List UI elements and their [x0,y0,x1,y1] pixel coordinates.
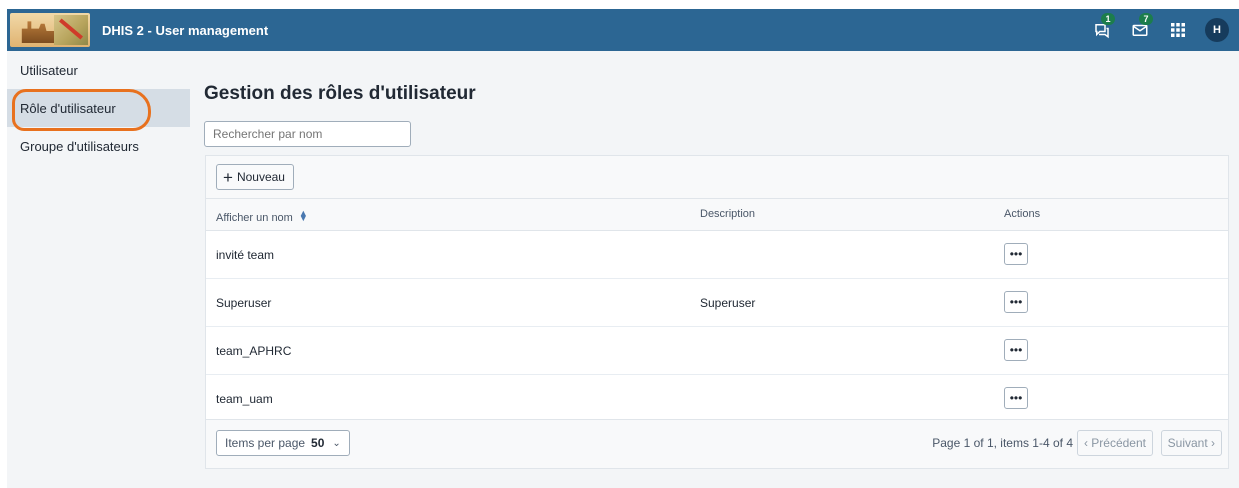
sidebar-item-utilisateur[interactable]: Utilisateur [7,51,190,89]
column-header-actions: Actions [1004,208,1041,220]
table-row[interactable]: invité team ••• [206,231,1228,279]
new-button[interactable]: + Nouveau [216,164,294,190]
sort-icon[interactable]: ▲ ▼ [299,208,308,223]
row-actions-button[interactable]: ••• [1004,291,1028,313]
column-header-name[interactable]: Afficher un nom ▲ ▼ [216,208,308,224]
table-row[interactable]: team_APHRC ••• [206,327,1228,375]
header-bar: DHIS 2 - User management 1 7 H [7,9,1239,51]
table-toolbar: + Nouveau [206,156,1228,199]
table-row[interactable]: team_uam ••• [206,375,1228,423]
page-title: Gestion des rôles d'utilisateur [204,83,476,104]
previous-page-button[interactable]: ‹ Précédent [1076,430,1153,456]
interpretations-badge: 1 [1101,13,1115,25]
window-edge [0,0,7,488]
table-header: Afficher un nom ▲ ▼ Description Actions [206,199,1228,231]
row-name: invité team [216,248,275,262]
page-info: Page 1 of 1, items 1-4 of 4 [932,436,1073,450]
items-per-page-select[interactable]: Items per page 50 ⌄ [216,430,350,456]
row-description: Superuser [700,296,756,310]
column-header-description: Description [700,208,756,220]
messages-badge: 7 [1139,13,1153,25]
items-per-page-value: 50 [311,436,325,450]
row-name: team_uam [216,392,273,406]
row-actions-button[interactable]: ••• [1004,387,1028,409]
table-footer: Items per page 50 ⌄ Page 1 of 1, items 1… [206,419,1228,468]
row-name: Superuser [216,296,272,310]
apps-grid-icon[interactable] [1159,15,1197,45]
plus-icon: + [223,167,233,187]
app-title: DHIS 2 - User management [102,22,269,38]
user-avatar[interactable]: H [1205,18,1229,42]
row-actions-button[interactable]: ••• [1004,339,1028,361]
row-name: team_APHRC [216,344,292,358]
interpretations-icon[interactable]: 1 [1083,13,1121,45]
search-input[interactable] [204,121,411,147]
sidebar: Utilisateur Rôle d'utilisateur Groupe d'… [7,51,190,488]
app-logo[interactable] [10,13,90,47]
sidebar-item-role-utilisateur[interactable]: Rôle d'utilisateur [7,89,190,127]
messages-icon[interactable]: 7 [1121,13,1159,45]
sidebar-item-groupe-utilisateurs[interactable]: Groupe d'utilisateurs [7,127,190,165]
chevron-down-icon: ⌄ [332,437,341,449]
row-actions-button[interactable]: ••• [1004,243,1028,265]
items-per-page-label: Items per page [225,436,306,450]
table-row[interactable]: Superuser Superuser ••• [206,279,1228,327]
next-page-button[interactable]: Suivant › [1160,430,1222,456]
roles-table-panel: + Nouveau Afficher un nom ▲ ▼ Description … [205,155,1229,469]
new-button-label: Nouveau [236,170,285,184]
main-content: Gestion des rôles d'utilisateur + Nouvea… [190,51,1239,488]
